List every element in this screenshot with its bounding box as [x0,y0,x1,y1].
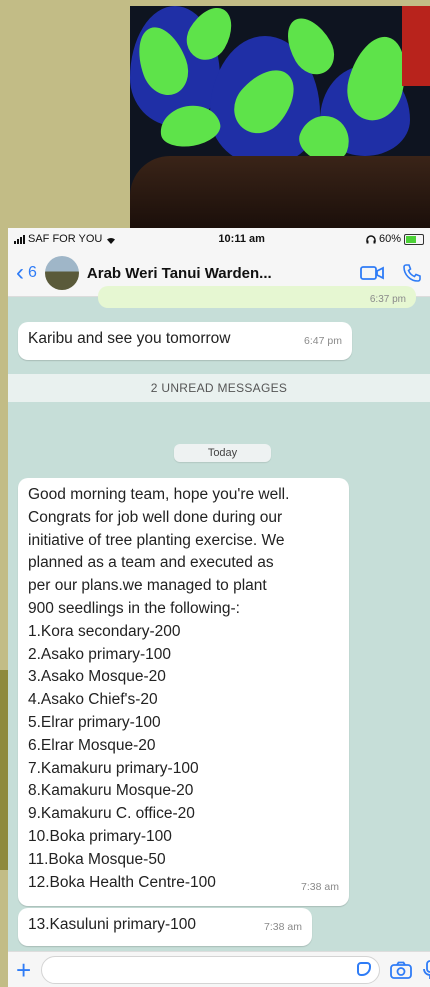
message-bubble[interactable]: Good morning team, hope you're well. Con… [18,478,349,906]
message-line: 12.Boka Health Centre-100 [28,873,216,891]
message-line: Congrats for job well done during our [28,508,283,526]
message-line: 2.Asako primary-100 [28,645,172,663]
camera-icon[interactable] [390,961,412,979]
message-text: Karibu and see you tomorrow [28,330,231,347]
message-composer: + [8,951,430,987]
message-list[interactable]: 6:37 pm Karibu and see you tomorrow 6:47… [8,286,430,951]
sticker-icon[interactable] [357,962,371,976]
back-count: 6 [28,264,37,281]
message-time: 7:38 am [264,921,302,934]
message-time: 6:47 pm [304,335,342,348]
message-bubble[interactable]: 13.Kasuluni primary-100 7:38 am [18,908,312,946]
message-line: 1.Kora secondary-200 [28,622,181,640]
message-line: 4.Asako Chief's-20 [28,691,158,709]
chevron-left-icon: ‹ [16,259,24,286]
date-divider: Today [174,444,271,462]
previous-sent-message[interactable]: 6:37 pm [98,286,416,308]
message-line: 10.Boka primary-100 [28,827,172,845]
chat-title[interactable]: Arab Weri Tanui Warden... [87,265,342,282]
message-line: initiative of tree planting exercise. We [28,531,285,549]
status-bar: SAF FOR YOU 10:11 am 60% [8,228,430,250]
microphone-icon[interactable] [422,960,430,980]
message-text: 13.Kasuluni primary-100 [28,916,197,933]
message-time: 7:38 am [301,881,339,894]
plus-icon[interactable]: + [16,957,31,983]
background-strip [0,670,8,870]
message-time: 6:37 pm [369,294,406,305]
message-line: per our plans.we managed to plant [28,577,267,595]
message-line: 11.Boka Mosque-50 [28,850,166,868]
message-text: Good morning team, hope you're well. Con… [28,484,339,894]
message-line: 7.Kamakuru primary-100 [28,759,199,777]
video-call-icon[interactable] [360,265,384,281]
message-line: 8.Kamakuru Mosque-20 [28,782,194,800]
message-line: Good morning team, hope you're well. [28,486,290,503]
back-button[interactable]: ‹ 6 [16,261,37,285]
unread-divider: 2 UNREAD MESSAGES [8,374,430,402]
message-bubble[interactable]: Karibu and see you tomorrow 6:47 pm [18,322,352,360]
message-line: planned as a team and executed as [28,554,274,572]
message-line: 900 seedlings in the following-: [28,599,240,617]
battery-icon [403,233,424,245]
wifi-icon [107,237,116,244]
signal-bars-icon [14,234,25,244]
message-input[interactable] [41,956,380,984]
message-line: 6.Elrar Mosque-20 [28,736,156,754]
status-time: 10:11 am [218,233,265,245]
message-line: 3.Asako Mosque-20 [28,668,166,686]
headphones-icon [366,234,376,243]
battery-percent: 60% [378,233,401,245]
carrier-name: SAF FOR YOU [28,233,103,245]
message-line: 5.Elrar primary-100 [28,713,161,731]
avatar[interactable] [44,256,79,290]
phone-screenshot: SAF FOR YOU 10:11 am 60% ‹ 6 Arab Weri T… [8,228,430,987]
phone-call-icon[interactable] [402,263,422,283]
message-line: 9.Kamakuru C. office-20 [28,805,195,823]
photo [130,6,430,228]
